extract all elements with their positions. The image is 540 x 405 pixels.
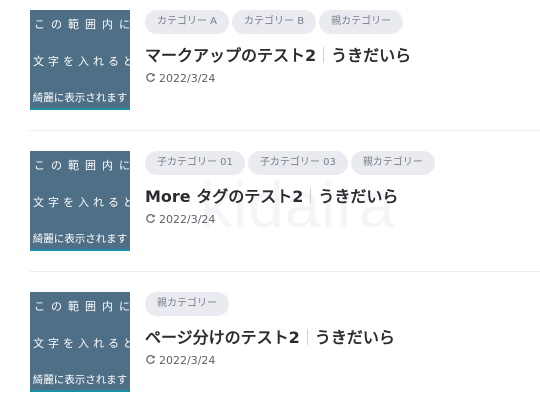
post-card[interactable]: この範囲内に 文字を入れると 綺麗に表示されます 子カテゴリー 01 子カテゴリー… <box>30 151 540 251</box>
thumbnail-text-line: この範囲内に <box>34 300 130 313</box>
thumbnail-text-line: 文字を入れると <box>33 55 130 68</box>
post-thumbnail[interactable]: この範囲内に 文字を入れると 綺麗に表示されます <box>30 292 130 392</box>
post-title-link[interactable]: マークアップのテスト2 うきだいら <box>145 42 411 66</box>
post-thumbnail[interactable]: この範囲内に 文字を入れると 綺麗に表示されます <box>30 10 130 110</box>
thumbnail-text-line: 文字を入れると <box>33 337 130 350</box>
site-name: うきだいら <box>331 46 412 65</box>
title-separator <box>323 47 325 63</box>
post-date: 2022/3/24 <box>159 354 216 367</box>
post-date: 2022/3/24 <box>159 72 216 85</box>
post-card[interactable]: この範囲内に 文字を入れると 綺麗に表示されます 親カテゴリー ページ分けのテス… <box>30 292 540 392</box>
site-name: うきだいら <box>318 187 399 206</box>
thumbnail-text-line: 綺麗に表示されます <box>32 92 128 104</box>
category-tags: 親カテゴリー <box>145 292 232 316</box>
thumbnail-text-line: 文字を入れると <box>33 196 130 209</box>
updated-date: 2022/3/24 <box>145 213 215 227</box>
category-tag[interactable]: カテゴリー B <box>232 10 317 34</box>
thumbnail-text-line: この範囲内に <box>34 159 130 172</box>
thumbnail-text-line: 綺麗に表示されます <box>32 233 128 245</box>
post-divider <box>30 271 540 272</box>
post-title-link[interactable]: More タグのテスト2 うきだいら <box>145 183 398 207</box>
post-title-link[interactable]: ページ分けのテスト2 うきだいら <box>145 324 395 348</box>
updated-date: 2022/3/24 <box>145 72 215 86</box>
post-thumbnail[interactable]: この範囲内に 文字を入れると 綺麗に表示されます <box>30 151 130 251</box>
category-tag[interactable]: 親カテゴリー <box>145 292 229 316</box>
post-date: 2022/3/24 <box>159 213 216 226</box>
post-title: ページ分けのテスト2 <box>145 328 300 347</box>
title-separator <box>310 188 312 204</box>
category-tags: 子カテゴリー 01 子カテゴリー 03 親カテゴリー <box>145 151 438 175</box>
post-title: マークアップのテスト2 <box>145 46 317 65</box>
site-name: うきだいら <box>314 328 395 347</box>
title-separator <box>306 329 308 345</box>
thumbnail-text-line: この範囲内に <box>34 18 130 31</box>
updated-date: 2022/3/24 <box>145 354 215 368</box>
category-tag[interactable]: 子カテゴリー 03 <box>247 151 348 175</box>
category-tag[interactable]: 親カテゴリー <box>350 151 435 175</box>
thumbnail-text-line: 綺麗に表示されます <box>32 374 128 386</box>
refresh-icon <box>146 355 155 364</box>
category-tags: カテゴリー A カテゴリー B 親カテゴリー <box>145 10 406 34</box>
refresh-icon <box>146 73 155 82</box>
post-card[interactable]: この範囲内に 文字を入れると 綺麗に表示されます カテゴリー A カテゴリー B親… <box>30 10 540 110</box>
category-tag[interactable]: カテゴリー A <box>145 10 230 34</box>
post-title: More タグのテスト2 <box>145 187 304 206</box>
category-tag[interactable]: 子カテゴリー 01 <box>145 151 245 175</box>
refresh-icon <box>146 214 155 223</box>
post-divider <box>30 130 540 131</box>
category-tag[interactable]: 親カテゴリー <box>319 10 404 34</box>
